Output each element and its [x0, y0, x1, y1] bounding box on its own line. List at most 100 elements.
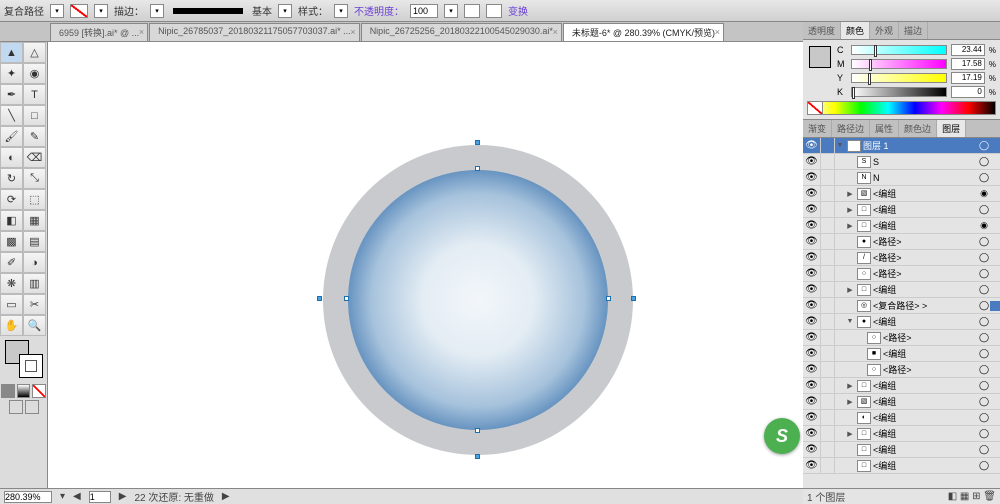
page-next[interactable]: ▶: [119, 491, 127, 502]
slice-tool[interactable]: ✂: [23, 294, 46, 315]
visibility-icon[interactable]: 👁: [803, 266, 821, 281]
pencil-tool[interactable]: ✎: [23, 126, 46, 147]
layer-list[interactable]: 👁▼■图层 1◯👁SS◯👁NN◯👁▶▧<编组◉👁▶□<编组◯👁▶□<编组◉👁●<…: [803, 138, 1000, 488]
twirl-icon[interactable]: [845, 237, 855, 247]
twirl-icon[interactable]: [855, 333, 865, 343]
no-stroke-icon[interactable]: [70, 4, 88, 18]
doc-tab[interactable]: Nipic_26785037_20180321175057703037.ai* …: [149, 23, 360, 41]
target-icon[interactable]: ◯: [978, 364, 990, 375]
lock-cell[interactable]: [821, 458, 835, 473]
gradient-tool[interactable]: ▤: [23, 231, 46, 252]
perspective-tool[interactable]: ▦: [23, 210, 46, 231]
lock-cell[interactable]: [821, 234, 835, 249]
visibility-icon[interactable]: 👁: [803, 202, 821, 217]
target-icon[interactable]: ◯: [978, 348, 990, 359]
target-icon[interactable]: ◯: [978, 396, 990, 407]
zoom-tool[interactable]: 🔍: [23, 315, 46, 336]
panel-tab[interactable]: 透明度: [803, 22, 841, 39]
lock-cell[interactable]: [821, 394, 835, 409]
close-icon[interactable]: ×: [139, 27, 144, 37]
layer-row[interactable]: 👁▼●<编组◯: [803, 314, 1000, 330]
color-mode[interactable]: [1, 384, 15, 398]
layer-row[interactable]: 👁□<编组◯: [803, 442, 1000, 458]
layer-row[interactable]: 👁■<编组◯: [803, 346, 1000, 362]
twirl-icon[interactable]: [845, 301, 855, 311]
lock-cell[interactable]: [821, 202, 835, 217]
target-icon[interactable]: ◯: [978, 444, 990, 455]
lock-cell[interactable]: [821, 138, 835, 153]
target-icon[interactable]: ◯: [978, 172, 990, 183]
target-icon[interactable]: ◉: [978, 220, 990, 231]
target-icon[interactable]: ◯: [978, 460, 990, 471]
canvas-area[interactable]: [48, 42, 803, 488]
layer-row[interactable]: 👁□<编组◯: [803, 458, 1000, 474]
fill-dd[interactable]: ▾: [50, 4, 64, 18]
lock-cell[interactable]: [821, 282, 835, 297]
lock-cell[interactable]: [821, 330, 835, 345]
rotate-tool[interactable]: ↻: [0, 168, 23, 189]
anchor[interactable]: [475, 140, 480, 145]
doc-tab[interactable]: Nipic_26725256_20180322100545029030.ai*×: [361, 23, 562, 41]
direct-select-tool[interactable]: △: [23, 42, 46, 63]
swap-label[interactable]: 变换: [508, 3, 528, 18]
lock-cell[interactable]: [821, 362, 835, 377]
target-icon[interactable]: ◯: [978, 284, 990, 295]
visibility-icon[interactable]: 👁: [803, 458, 821, 473]
target-icon[interactable]: ◯: [978, 332, 990, 343]
layer-row[interactable]: 👁▶□<编组◉: [803, 218, 1000, 234]
visibility-icon[interactable]: 👁: [803, 330, 821, 345]
twirl-icon[interactable]: [855, 349, 865, 359]
target-icon[interactable]: ◯: [978, 252, 990, 263]
panel-tab[interactable]: 渐变: [803, 120, 832, 137]
channel-value[interactable]: 17.19: [951, 72, 985, 84]
visibility-icon[interactable]: 👁: [803, 314, 821, 329]
blend-tool[interactable]: ◑: [23, 252, 46, 273]
layer-row[interactable]: 👁○<路径>◯: [803, 330, 1000, 346]
eyedropper-tool[interactable]: ✐: [0, 252, 23, 273]
lock-cell[interactable]: [821, 186, 835, 201]
status-menu[interactable]: ▶: [222, 491, 230, 502]
twirl-icon[interactable]: [845, 157, 855, 167]
shape-builder-tool[interactable]: ◧: [0, 210, 23, 231]
lock-cell[interactable]: [821, 442, 835, 457]
screen-normal[interactable]: [9, 400, 23, 414]
target-icon[interactable]: ◯: [978, 140, 990, 151]
twirl-icon[interactable]: ▼: [835, 141, 845, 151]
hand-tool[interactable]: ✋: [0, 315, 23, 336]
wand-tool[interactable]: ✦: [0, 63, 23, 84]
panel-tab[interactable]: 路径边: [832, 120, 870, 137]
target-icon[interactable]: ◯: [978, 300, 990, 311]
twirl-icon[interactable]: [845, 253, 855, 263]
layers-buttons[interactable]: ◧ ▦ ⊞ 🗑: [948, 491, 996, 502]
layer-row[interactable]: 👁○<路径>◯: [803, 362, 1000, 378]
lock-cell[interactable]: [821, 218, 835, 233]
close-icon[interactable]: ×: [553, 27, 558, 37]
panel-tab[interactable]: 外观: [870, 22, 899, 39]
layer-row[interactable]: 👁○<路径>◯: [803, 266, 1000, 282]
layer-row[interactable]: 👁▶□<编组◯: [803, 378, 1000, 394]
lock-cell[interactable]: [821, 298, 835, 313]
twirl-icon[interactable]: [845, 445, 855, 455]
panel-tab[interactable]: 图层: [937, 120, 966, 137]
layer-row[interactable]: 👁▶▧<编组◉: [803, 186, 1000, 202]
type-tool[interactable]: T: [23, 84, 46, 105]
target-icon[interactable]: ◯: [978, 204, 990, 215]
visibility-icon[interactable]: 👁: [803, 378, 821, 393]
anchor[interactable]: [606, 296, 611, 301]
spectrum[interactable]: [807, 101, 996, 115]
lock-cell[interactable]: [821, 266, 835, 281]
target-icon[interactable]: ◯: [978, 412, 990, 423]
twirl-icon[interactable]: ▶: [845, 381, 855, 391]
layer-row[interactable]: 👁▼■图层 1◯: [803, 138, 1000, 154]
twirl-icon[interactable]: ▶: [845, 221, 855, 231]
screen-full[interactable]: [25, 400, 39, 414]
align-icon[interactable]: [464, 4, 480, 18]
target-icon[interactable]: ◯: [978, 316, 990, 327]
twirl-icon[interactable]: ▶: [845, 429, 855, 439]
layer-row[interactable]: 👁NN◯: [803, 170, 1000, 186]
anchor[interactable]: [631, 296, 636, 301]
lock-cell[interactable]: [821, 378, 835, 393]
panel-tab[interactable]: 描边: [899, 22, 928, 39]
twirl-icon[interactable]: [855, 365, 865, 375]
visibility-icon[interactable]: 👁: [803, 138, 821, 153]
